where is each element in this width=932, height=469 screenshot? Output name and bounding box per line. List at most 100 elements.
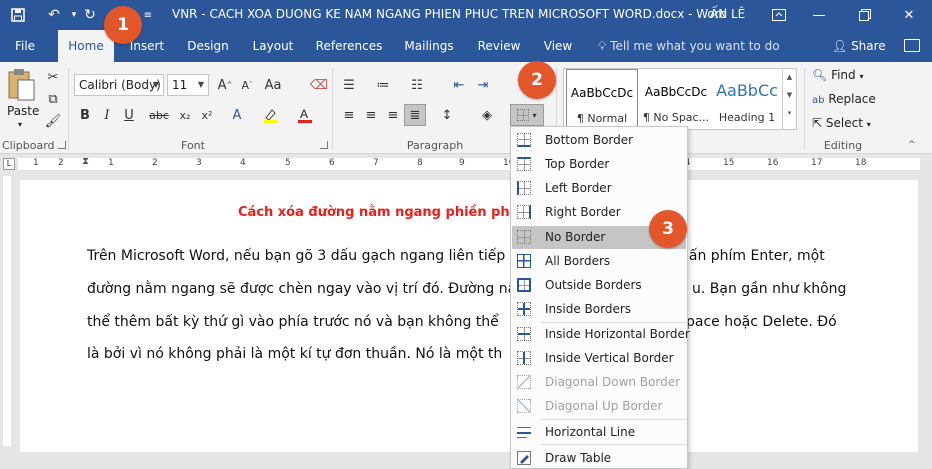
tab-layout[interactable]: Layout [246, 30, 300, 62]
font-color-icon[interactable]: A [294, 104, 316, 126]
grow-font-icon[interactable]: A ^ [214, 74, 236, 96]
body-line: Trên Microsoft Word, nếu bạn gõ 3 dấu gạ… [87, 248, 506, 264]
save-icon[interactable] [8, 4, 28, 26]
font-name-combo[interactable]: Calibri (Body) ▼ [74, 74, 164, 96]
borders-button[interactable]: ▾ [510, 104, 544, 126]
document-page[interactable]: Cách xóa đường nằm ngang phiền ph Trên M… [20, 180, 918, 452]
menu-item-label: Left Border [545, 181, 612, 195]
tab-references[interactable]: References [312, 30, 386, 62]
format-painter-icon[interactable]: 🖌︎ [42, 110, 64, 132]
menu-item-inside-borders[interactable]: Inside Borders [512, 298, 686, 321]
font-size-combo[interactable]: 11 ▼ [167, 74, 209, 96]
paste-icon[interactable] [6, 68, 40, 108]
align-center-icon[interactable]: ≡ [360, 104, 382, 126]
horizontal-ruler[interactable]: L ⧗ 1 2 1 2 3 4 5 6 7 8 9 10 11 12 13 14… [0, 156, 932, 172]
minimize-icon[interactable]: — [796, 0, 842, 30]
more-styles-icon[interactable]: ▾ [783, 109, 796, 117]
chevron-down-icon: ▾ [532, 110, 537, 120]
user-name[interactable]: ẤN LÊ [710, 7, 745, 21]
scroll-down-icon[interactable]: ▼ [783, 91, 796, 99]
align-right-icon[interactable]: ≡ [382, 104, 404, 126]
style-heading-1[interactable]: AaBbCc Heading 1 [714, 69, 780, 129]
line-spacing-icon[interactable]: ↕ [436, 104, 458, 126]
vertical-ruler[interactable] [0, 176, 14, 456]
indent-marker-icon[interactable]: ⧗ [82, 156, 89, 167]
increase-indent-icon[interactable]: ⇥ [472, 74, 494, 96]
menu-item-top-border[interactable]: Top Border [512, 153, 686, 176]
tab-view[interactable]: View [538, 30, 578, 62]
share-button[interactable]: 👤︎ Share [832, 30, 886, 62]
clear-formatting-icon[interactable]: ⌫ [308, 74, 330, 96]
text-effects-icon[interactable]: A [226, 104, 248, 126]
replace-button[interactable]: ab Replace [812, 92, 876, 106]
italic-icon[interactable]: I [96, 104, 118, 126]
comment-icon[interactable] [904, 39, 920, 52]
menu-item-left-border[interactable]: Left Border [512, 177, 686, 200]
styles-gallery: AaBbCcDc ¶ Normal AaBbCcDc ¶ No Spac... … [563, 68, 797, 130]
menu-item-label: Diagonal Down Border [545, 375, 681, 389]
restore-icon[interactable] [842, 0, 888, 30]
undo-icon[interactable]: ↶ [44, 4, 64, 26]
tab-file[interactable]: File [6, 30, 44, 62]
copy-icon[interactable]: ⧉ [42, 88, 64, 110]
paste-label[interactable]: Paste [7, 104, 39, 118]
shrink-font-icon[interactable]: Aˇ [236, 74, 258, 96]
tab-review[interactable]: Review [472, 30, 526, 62]
menu-item-all-borders[interactable]: All Borders [512, 250, 686, 273]
menu-item-draw-table[interactable]: Draw Table [512, 447, 686, 469]
ruler-number: 18 [855, 158, 867, 168]
ruler-strip [3, 176, 11, 446]
style-no-spacing[interactable]: AaBbCcDc ¶ No Spac... [640, 69, 712, 129]
shading-icon[interactable]: ◈ [476, 104, 498, 126]
style-sample: AaBbCcDc [570, 86, 634, 100]
align-left-icon[interactable]: ≡ [338, 104, 360, 126]
diagonal-down-border-icon [517, 375, 531, 389]
menu-item-label: All Borders [545, 254, 611, 268]
strikethrough-icon[interactable]: abc [148, 104, 170, 126]
menu-item-inside-horizontal-border[interactable]: Inside Horizontal Border [512, 323, 690, 346]
justify-icon[interactable]: ≣ [404, 104, 426, 126]
bullets-icon[interactable]: ☰ [338, 74, 360, 96]
editing-group-label: Editing [823, 139, 863, 152]
paste-dropdown-icon[interactable]: ▾ [18, 120, 22, 129]
subscript-icon[interactable]: x₂ [174, 104, 196, 126]
chevron-down-icon: ▾ [866, 120, 871, 129]
close-icon[interactable]: ✕ [886, 0, 932, 30]
style-normal[interactable]: AaBbCcDc ¶ Normal [566, 69, 638, 129]
style-sample: AaBbCc [716, 81, 778, 100]
inside-borders-icon [517, 302, 531, 316]
bold-icon[interactable]: B [74, 104, 96, 126]
scroll-up-icon[interactable]: ▲ [783, 73, 796, 81]
highlight-icon[interactable] [260, 104, 282, 126]
tell-me-search[interactable]: 💡︎ Tell me what you want to do [598, 30, 780, 62]
menu-item-diagonal-down-border: Diagonal Down Border [512, 371, 686, 394]
decrease-indent-icon[interactable]: ⇤ [448, 74, 470, 96]
style-sample: AaBbCcDc [644, 85, 708, 99]
collapse-ribbon-icon[interactable]: ^ [908, 140, 916, 150]
menu-item-bottom-border[interactable]: Bottom Border [512, 129, 686, 152]
select-button[interactable]: ⇱ Select ▾ [812, 116, 871, 130]
outside-borders-icon [517, 278, 531, 292]
styles-scroll[interactable]: ▲ ▼ ▾ [782, 69, 796, 129]
font-launcher-icon[interactable] [320, 141, 328, 149]
menu-item-outside-borders[interactable]: Outside Borders [512, 274, 686, 297]
numbering-icon[interactable]: ≔ [372, 74, 394, 96]
chevron-down-icon: ▾ [859, 72, 864, 81]
superscript-icon[interactable]: x² [196, 104, 218, 126]
search-icon: 🔍︎ [812, 68, 828, 82]
ruler-number: 8 [417, 158, 423, 168]
repeat-icon[interactable]: ↻ [80, 4, 100, 26]
tab-design[interactable]: Design [182, 30, 234, 62]
clipboard-launcher-icon[interactable] [58, 141, 66, 149]
multilevel-list-icon[interactable]: ☷ [406, 74, 428, 96]
tab-home[interactable]: Home [58, 30, 114, 62]
cut-icon[interactable]: ✂ [42, 66, 64, 88]
tab-selector-icon[interactable]: L [3, 158, 15, 170]
menu-item-inside-vertical-border[interactable]: Inside Vertical Border [512, 347, 686, 370]
tab-mailings[interactable]: Mailings [398, 30, 460, 62]
menu-item-horizontal-line[interactable]: Horizontal Line [512, 421, 686, 444]
find-button[interactable]: 🔍︎ Find ▾ [812, 68, 864, 82]
ribbon: Paste ▾ ✂ ⧉ 🖌︎ Clipboard Calibri (Body) … [0, 62, 932, 154]
underline-icon[interactable]: U [118, 104, 140, 126]
change-case-icon[interactable]: Aa [262, 74, 284, 96]
